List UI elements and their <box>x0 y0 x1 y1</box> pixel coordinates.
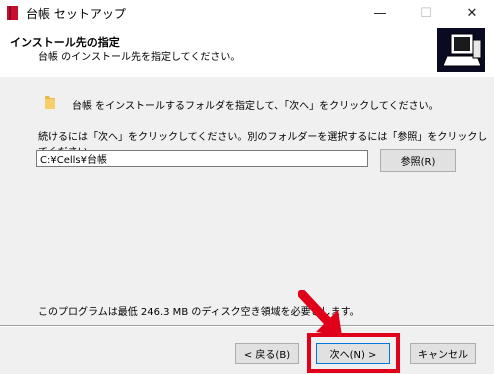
wizard-header: インストール先の指定 台帳 のインストール先を指定してください。 <box>0 26 494 77</box>
footer-divider-highlight <box>0 326 494 327</box>
cancel-button[interactable]: キャンセル <box>410 343 476 364</box>
back-button[interactable]: < 戻る(B) <box>235 343 299 364</box>
browse-button[interactable]: 参照(R) <box>380 149 456 172</box>
minimize-button[interactable]: — <box>358 0 402 26</box>
window-title: 台帳 セットアップ <box>26 7 126 21</box>
setup-computer-icon <box>437 28 485 72</box>
maximize-button[interactable]: ☐ <box>404 0 448 26</box>
header-separator <box>0 76 494 77</box>
page-subtitle: 台帳 のインストール先を指定してください。 <box>38 52 241 63</box>
install-path-input[interactable] <box>36 150 368 167</box>
folder-icon <box>45 96 55 109</box>
close-button[interactable]: ✕ <box>450 0 494 26</box>
app-icon <box>7 6 18 20</box>
intro-text: 台帳 をインストールするフォルダを指定して、「次へ」をクリックしてください。 <box>72 101 439 112</box>
pointer-arrow-icon <box>298 290 342 336</box>
title-bar: 台帳 セットアップ — ☐ ✕ <box>0 0 494 26</box>
